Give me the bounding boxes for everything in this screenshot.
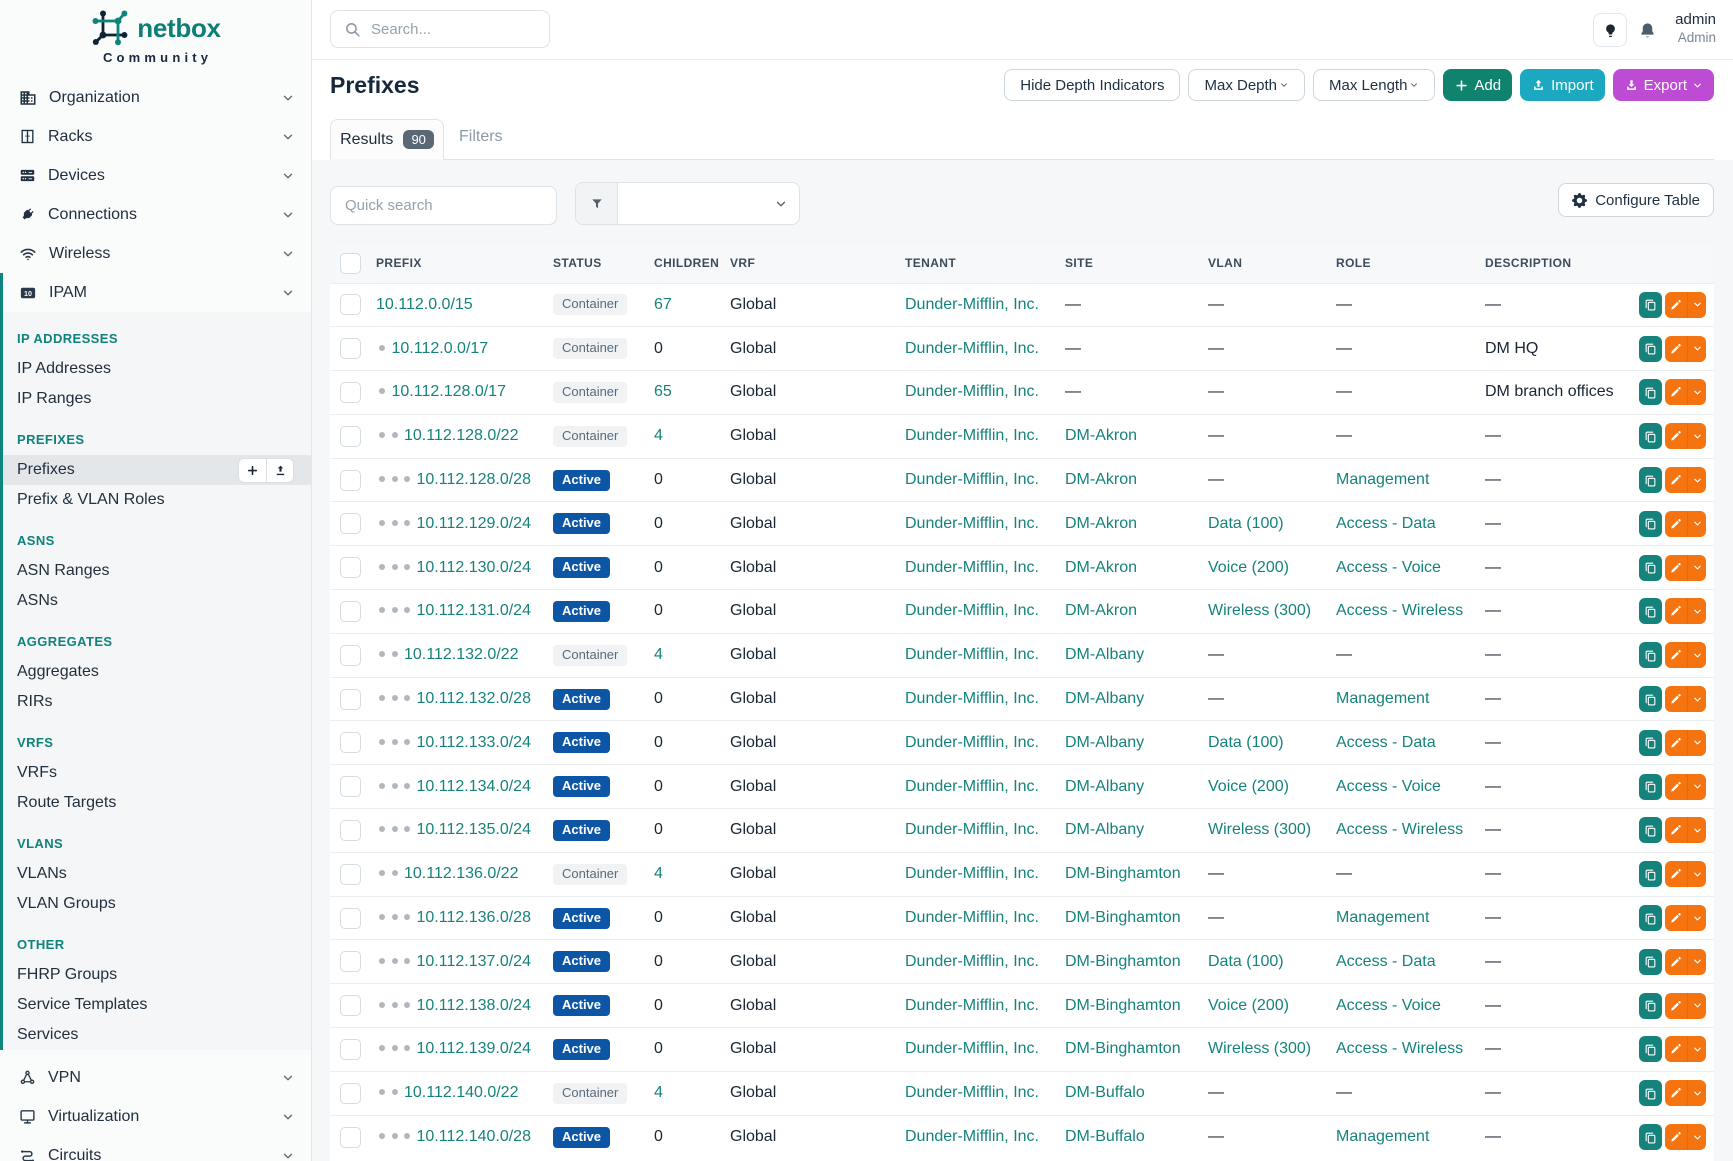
svg-text:10: 10 [24,289,32,297]
